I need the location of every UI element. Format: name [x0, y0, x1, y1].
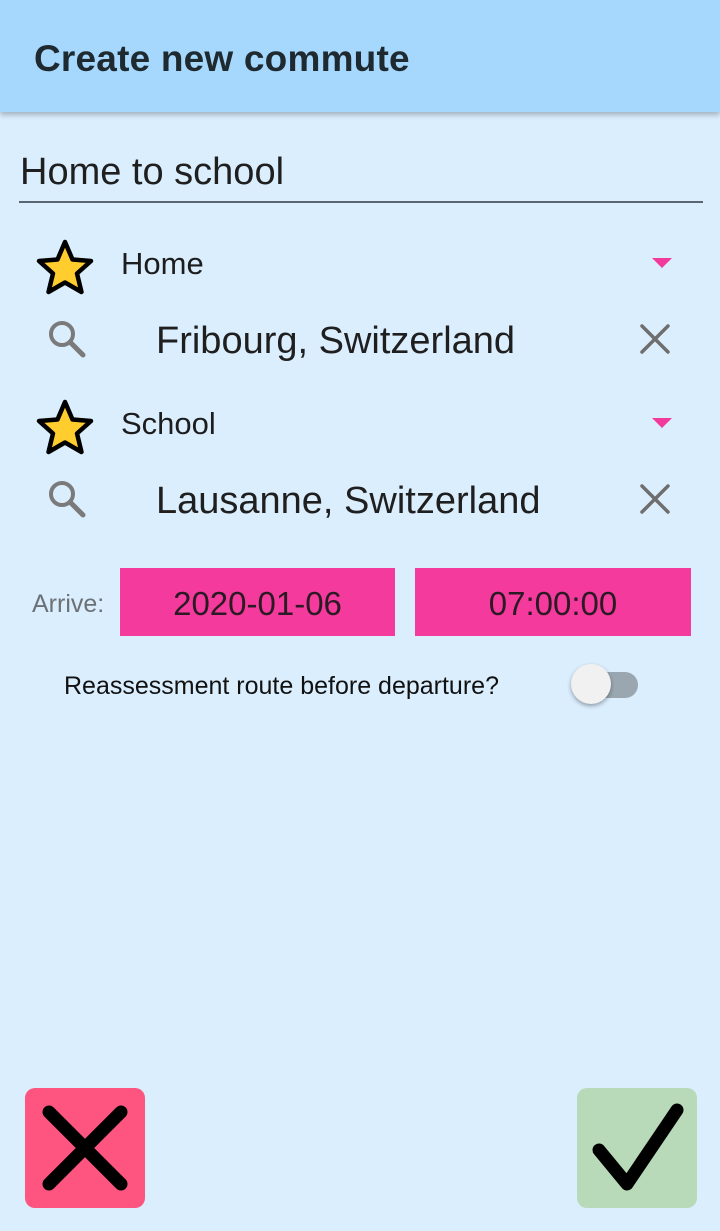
- destination-search-input[interactable]: Lausanne, Switzerland: [156, 480, 540, 523]
- confirm-button[interactable]: [577, 1088, 697, 1208]
- page-title: Create new commute: [34, 38, 410, 79]
- destination-label-dropdown[interactable]: School: [121, 406, 216, 442]
- close-icon: [42, 1105, 128, 1191]
- search-icon: [49, 481, 86, 518]
- search-icon: [49, 321, 86, 358]
- clear-destination-close-icon[interactable]: [638, 482, 672, 516]
- star-icon[interactable]: [34, 238, 96, 300]
- origin-label-dropdown[interactable]: Home: [121, 246, 204, 282]
- origin-dropdown-arrow-icon[interactable]: [652, 258, 672, 268]
- origin-search-input[interactable]: Fribourg, Switzerland: [156, 320, 515, 363]
- reassess-toggle-thumb[interactable]: [571, 664, 611, 704]
- arrive-time-button[interactable]: 07:00:00: [415, 568, 691, 636]
- commute-name-field[interactable]: Home to school: [19, 146, 703, 203]
- cancel-button[interactable]: [25, 1088, 145, 1208]
- app-bar: Create new commute: [0, 0, 720, 112]
- star-icon[interactable]: [34, 398, 96, 460]
- commute-name-value: Home to school: [20, 151, 285, 193]
- destination-dropdown-arrow-icon[interactable]: [652, 418, 672, 428]
- arrive-date-button[interactable]: 2020-01-06: [120, 568, 395, 636]
- arrive-label: Arrive:: [32, 590, 105, 618]
- reassess-label: Reassessment route before departure?: [64, 672, 499, 700]
- clear-origin-close-icon[interactable]: [638, 322, 672, 356]
- check-icon: [592, 1103, 684, 1191]
